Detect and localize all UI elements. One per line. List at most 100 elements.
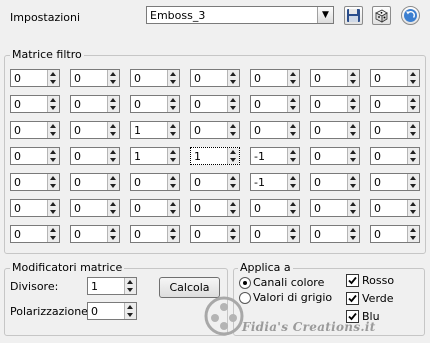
spin-up-icon[interactable]: [350, 72, 356, 76]
spin-up-icon[interactable]: [290, 202, 296, 206]
spin-up-icon[interactable]: [110, 228, 116, 232]
matrix-cell[interactable]: 0: [70, 147, 120, 165]
matrix-cell-spinner[interactable]: [347, 200, 359, 216]
spin-up-icon[interactable]: [50, 202, 56, 206]
matrix-cell[interactable]: 0: [70, 69, 120, 87]
spin-up-icon[interactable]: [110, 98, 116, 102]
matrix-cell-spinner[interactable]: [347, 70, 359, 86]
preset-dropdown[interactable]: Emboss_3 ▼: [146, 6, 334, 24]
spin-down-icon[interactable]: [170, 158, 176, 162]
matrix-cell[interactable]: 0: [70, 173, 120, 191]
matrix-cell[interactable]: 0: [250, 95, 300, 113]
matrix-cell[interactable]: 0: [10, 147, 60, 165]
matrix-cell[interactable]: 0: [370, 69, 420, 87]
matrix-cell-spinner[interactable]: [287, 148, 299, 164]
matrix-cell-spinner[interactable]: [167, 96, 179, 112]
matrix-cell[interactable]: 0: [190, 69, 240, 87]
spin-down-icon[interactable]: [290, 106, 296, 110]
spin-down-icon[interactable]: [110, 106, 116, 110]
matrix-cell[interactable]: 0: [370, 147, 420, 165]
spin-down-icon[interactable]: [410, 106, 416, 110]
spin-up-icon[interactable]: [110, 124, 116, 128]
spin-down-icon[interactable]: [170, 184, 176, 188]
matrix-cell-spinner[interactable]: [347, 226, 359, 242]
matrix-cell-spinner[interactable]: [227, 122, 239, 138]
spin-up-icon[interactable]: [50, 124, 56, 128]
matrix-cell[interactable]: 0: [370, 199, 420, 217]
matrix-cell-spinner[interactable]: [227, 200, 239, 216]
matrix-cell-spinner[interactable]: [167, 174, 179, 190]
spin-up-icon[interactable]: [50, 176, 56, 180]
matrix-cell-spinner[interactable]: [167, 148, 179, 164]
matrix-cell-spinner[interactable]: [47, 122, 59, 138]
spin-up-icon[interactable]: [290, 150, 296, 154]
matrix-cell-spinner[interactable]: [227, 96, 239, 112]
spin-down-icon[interactable]: [410, 80, 416, 84]
divisor-input[interactable]: 1: [87, 277, 137, 295]
matrix-cell[interactable]: 0: [130, 69, 180, 87]
matrix-cell-spinner[interactable]: [407, 148, 419, 164]
matrix-cell-spinner[interactable]: [347, 174, 359, 190]
spin-down-icon[interactable]: [170, 132, 176, 136]
matrix-cell[interactable]: 0: [190, 199, 240, 217]
matrix-cell[interactable]: 0: [190, 95, 240, 113]
spin-up-icon[interactable]: [127, 305, 133, 309]
matrix-cell[interactable]: -1: [250, 147, 300, 165]
spin-down-icon[interactable]: [230, 236, 236, 240]
matrix-cell-spinner[interactable]: [407, 200, 419, 216]
spin-up-icon[interactable]: [350, 150, 356, 154]
spin-up-icon[interactable]: [170, 124, 176, 128]
spin-down-icon[interactable]: [350, 106, 356, 110]
matrix-cell[interactable]: 0: [250, 69, 300, 87]
spin-up-icon[interactable]: [230, 202, 236, 206]
matrix-cell[interactable]: 0: [370, 225, 420, 243]
checkbox-red-label[interactable]: Rosso: [362, 274, 394, 287]
spin-down-icon[interactable]: [350, 236, 356, 240]
matrix-cell-spinner[interactable]: [107, 96, 119, 112]
spin-up-icon[interactable]: [350, 202, 356, 206]
spin-up-icon[interactable]: [110, 176, 116, 180]
matrix-cell-spinner[interactable]: [287, 174, 299, 190]
matrix-cell-spinner[interactable]: [47, 96, 59, 112]
spin-down-icon[interactable]: [410, 184, 416, 188]
spin-up-icon[interactable]: [290, 228, 296, 232]
matrix-cell-spinner[interactable]: [47, 200, 59, 216]
matrix-cell-spinner[interactable]: [167, 200, 179, 216]
spin-up-icon[interactable]: [170, 228, 176, 232]
spin-down-icon[interactable]: [50, 236, 56, 240]
matrix-cell[interactable]: 0: [370, 95, 420, 113]
spin-down-icon[interactable]: [170, 106, 176, 110]
spin-down-icon[interactable]: [127, 313, 133, 317]
spin-up-icon[interactable]: [110, 150, 116, 154]
spin-down-icon[interactable]: [290, 210, 296, 214]
matrix-cell[interactable]: 0: [370, 121, 420, 139]
matrix-cell-spinner[interactable]: [347, 122, 359, 138]
spin-down-icon[interactable]: [290, 236, 296, 240]
spin-down-icon[interactable]: [350, 132, 356, 136]
spin-up-icon[interactable]: [410, 228, 416, 232]
matrix-cell[interactable]: 0: [10, 69, 60, 87]
matrix-cell[interactable]: 0: [310, 199, 360, 217]
matrix-cell[interactable]: 0: [310, 95, 360, 113]
spin-down-icon[interactable]: [410, 132, 416, 136]
spin-down-icon[interactable]: [50, 184, 56, 188]
matrix-cell[interactable]: 0: [190, 173, 240, 191]
matrix-cell-spinner[interactable]: [347, 96, 359, 112]
random-preset-button[interactable]: [372, 6, 391, 25]
save-preset-button[interactable]: [344, 6, 363, 25]
spin-up-icon[interactable]: [127, 280, 133, 284]
spin-up-icon[interactable]: [350, 98, 356, 102]
spin-up-icon[interactable]: [170, 72, 176, 76]
spin-up-icon[interactable]: [170, 176, 176, 180]
matrix-cell-spinner[interactable]: [407, 96, 419, 112]
matrix-cell[interactable]: 0: [10, 173, 60, 191]
spin-up-icon[interactable]: [290, 98, 296, 102]
spin-down-icon[interactable]: [230, 132, 236, 136]
spin-down-icon[interactable]: [230, 106, 236, 110]
matrix-cell[interactable]: 0: [370, 173, 420, 191]
matrix-cell[interactable]: 0: [310, 173, 360, 191]
matrix-cell[interactable]: 0: [130, 199, 180, 217]
matrix-cell-spinner[interactable]: [287, 200, 299, 216]
matrix-cell-spinner[interactable]: [227, 174, 239, 190]
spin-up-icon[interactable]: [230, 150, 236, 154]
